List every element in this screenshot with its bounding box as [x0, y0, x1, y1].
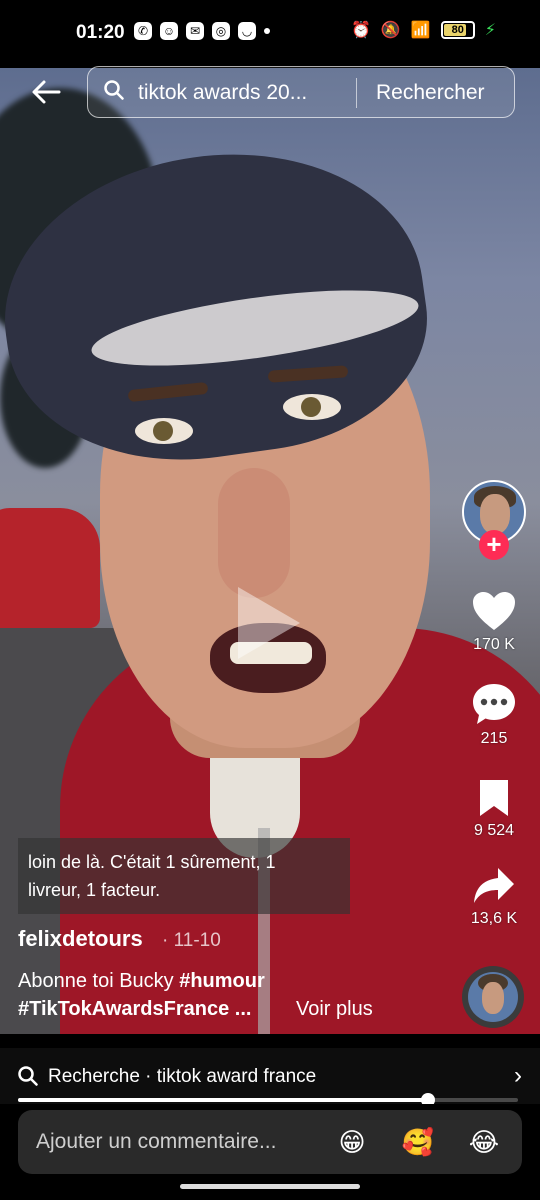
mute-icon: 🔕	[380, 22, 401, 39]
charging-icon: ⚡	[484, 22, 496, 39]
search-divider	[356, 78, 357, 108]
arrow-left-icon	[32, 80, 61, 104]
messenger-icon: ✉	[186, 22, 204, 40]
share-count: 13,6 K	[470, 910, 518, 927]
battery-percent: 80	[451, 24, 464, 36]
snapchat-icon: ☺	[160, 22, 178, 40]
background-car	[0, 508, 100, 628]
emoji-love-button[interactable]: 🥰	[398, 1122, 438, 1162]
share-icon	[474, 868, 514, 903]
battery-icon: 80	[440, 21, 475, 39]
app-icon: ◡	[238, 22, 256, 40]
music-cover	[468, 972, 518, 1022]
hashtag-link[interactable]: #humour	[179, 970, 265, 992]
description-text: Abonne toi Bucky	[18, 970, 180, 992]
instagram-icon: ◎	[212, 22, 230, 40]
wifi-icon: 📶	[410, 22, 431, 39]
caption-line: livreur, 1 facteur.	[28, 880, 161, 900]
search-button[interactable]: Rechercher	[376, 81, 485, 105]
like-button[interactable]: 170 K	[454, 590, 534, 654]
emoji-laugh-button[interactable]: 😂	[464, 1122, 504, 1162]
back-button[interactable]	[26, 72, 66, 112]
comment-icon	[473, 684, 515, 724]
heart-icon	[473, 592, 515, 630]
search-query[interactable]: tiktok awards 20...	[138, 81, 338, 105]
avatar-face	[480, 494, 510, 534]
like-count: 170 K	[473, 636, 515, 653]
related-search-bar[interactable]: Recherche · tiktok award france ›	[0, 1048, 540, 1104]
bookmark-icon	[480, 780, 508, 816]
emoji-grin-button[interactable]: 😁	[332, 1122, 372, 1162]
subtitle-caption: loin de là. C'était 1 sûrement, 1 livreu…	[18, 838, 350, 914]
search-bar[interactable]: tiktok awards 20... Rechercher	[87, 66, 515, 118]
notification-icons: ✆ ☺ ✉ ◎ ◡	[134, 22, 270, 40]
search-icon	[104, 80, 124, 100]
eye	[283, 394, 341, 420]
follow-button[interactable]: +	[479, 530, 509, 560]
post-date: · 11-10	[162, 930, 221, 951]
status-time: 01:20	[76, 22, 125, 43]
comment-input[interactable]: Ajouter un commentaire... 😁 🥰 😂	[18, 1110, 522, 1174]
music-disc-icon[interactable]	[462, 966, 524, 1028]
comment-placeholder: Ajouter un commentaire...	[36, 1130, 277, 1153]
search-icon	[18, 1066, 38, 1086]
video-progress-bar[interactable]	[18, 1093, 518, 1107]
hashtag-link[interactable]: #TikTokAwardsFrance ...	[18, 998, 251, 1020]
status-bar: 01:20 ✆ ☺ ✉ ◎ ◡ ⏰ 🔕 📶 80 ⚡	[0, 0, 540, 68]
progress-fill	[18, 1098, 428, 1102]
save-button[interactable]: 9 524	[454, 778, 534, 840]
share-button[interactable]: 13,6 K	[454, 866, 534, 928]
more-notifications-icon	[264, 28, 270, 34]
save-count: 9 524	[473, 822, 515, 839]
home-indicator[interactable]	[180, 1184, 360, 1189]
whatsapp-icon: ✆	[134, 22, 152, 40]
post-description: Abonne toi Bucky #humour	[18, 970, 265, 993]
author-name[interactable]: felixdetours	[18, 926, 143, 952]
related-search-text: Recherche · tiktok award france	[48, 1066, 317, 1087]
person-nose	[218, 468, 290, 598]
comment-button[interactable]: 215	[454, 682, 534, 748]
post-description-line2: #TikTokAwardsFrance ...	[18, 998, 251, 1021]
play-icon[interactable]	[238, 587, 300, 659]
see-more-button[interactable]: Voir plus	[296, 998, 373, 1021]
system-icons: ⏰ 🔕 📶 80 ⚡	[351, 20, 496, 40]
eye	[135, 418, 193, 444]
chevron-right-icon: ›	[514, 1062, 522, 1089]
alarm-icon: ⏰	[351, 22, 371, 39]
caption-line: loin de là. C'était 1 sûrement, 1	[28, 852, 276, 872]
comment-count: 215	[480, 730, 508, 747]
